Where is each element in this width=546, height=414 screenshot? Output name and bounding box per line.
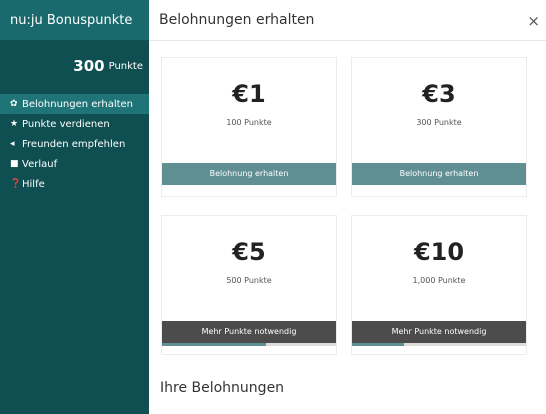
briefcase-icon: ■ <box>10 159 19 169</box>
close-icon[interactable]: × <box>527 12 540 30</box>
points-value: 300 <box>73 57 105 75</box>
section-title: Ihre Belohnungen <box>160 380 285 396</box>
gift-icon: ✿ <box>10 99 18 109</box>
main-panel: Belohnungen erhalten × €1 100 Punkte Bel… <box>149 0 546 414</box>
sidebar-item-label: Verlauf <box>22 158 58 170</box>
megaphone-icon: ◂ <box>10 139 15 149</box>
star-icon: ★ <box>10 119 19 129</box>
reward-amount: €1 <box>232 80 266 108</box>
help-icon: ❓ <box>10 179 22 189</box>
reward-progress-bar <box>162 343 336 346</box>
sidebar-item-label: Punkte verdienen <box>22 118 110 130</box>
points-unit: Punkte <box>108 60 143 72</box>
redeem-button[interactable]: Belohnung erhalten <box>352 163 526 185</box>
sidebar-item-belohnungen[interactable]: ✿ Belohnungen erhalten <box>0 94 149 114</box>
sidebar-item-label: Hilfe <box>22 178 45 190</box>
reward-card: €5 500 Punkte Mehr Punkte notwendig <box>161 215 337 355</box>
sidebar-title: nu:ju Bonuspunkte <box>0 0 149 40</box>
reward-points: 300 Punkte <box>416 118 462 127</box>
sidebar: nu:ju Bonuspunkte 300 Punkte ✿ Belohnung… <box>0 0 149 414</box>
redeem-button[interactable]: Belohnung erhalten <box>162 163 336 185</box>
reward-amount: €5 <box>232 238 266 266</box>
sidebar-item-freunden-empfehlen[interactable]: ◂ Freunden empfehlen <box>0 134 149 154</box>
reward-progress-fill <box>352 343 405 346</box>
more-points-needed-button[interactable]: Mehr Punkte notwendig <box>352 321 526 343</box>
sidebar-item-label: Belohnungen erhalten <box>22 98 134 110</box>
points-balance: 300 Punkte <box>0 40 149 92</box>
sidebar-nav: ✿ Belohnungen erhalten ★ Punkte verdiene… <box>0 94 149 194</box>
sidebar-item-punkte-verdienen[interactable]: ★ Punkte verdienen <box>0 114 149 134</box>
page-title: Belohnungen erhalten <box>149 0 546 41</box>
reward-points: 1,000 Punkte <box>412 276 466 285</box>
reward-points: 500 Punkte <box>226 276 272 285</box>
reward-amount: €3 <box>422 80 456 108</box>
reward-progress-fill <box>162 343 267 346</box>
sidebar-item-hilfe[interactable]: ❓ Hilfe <box>0 174 149 194</box>
reward-card: €3 300 Punkte Belohnung erhalten <box>351 57 527 197</box>
reward-card: €10 1,000 Punkte Mehr Punkte notwendig <box>351 215 527 355</box>
reward-progress-bar <box>352 343 526 346</box>
sidebar-item-verlauf[interactable]: ■ Verlauf <box>0 154 149 174</box>
reward-card: €1 100 Punkte Belohnung erhalten <box>161 57 337 197</box>
sidebar-item-label: Freunden empfehlen <box>22 138 126 150</box>
reward-points: 100 Punkte <box>226 118 272 127</box>
reward-amount: €10 <box>413 238 465 266</box>
more-points-needed-button[interactable]: Mehr Punkte notwendig <box>162 321 336 343</box>
